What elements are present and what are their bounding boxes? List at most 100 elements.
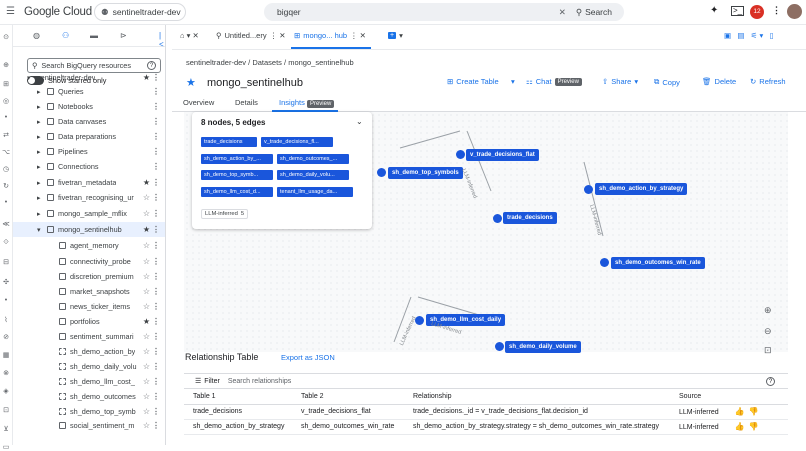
thumbs-down-icon[interactable]: 👎 — [749, 422, 759, 431]
star-icon[interactable]: ☆ — [143, 193, 150, 202]
node-sh-demo-daily-volume[interactable]: sh_demo_daily_volume — [505, 341, 581, 353]
expand-icon[interactable]: ▸ — [37, 118, 47, 126]
collapse-icon[interactable]: ▭ — [2, 443, 10, 451]
node-sh-demo-top-symbols[interactable]: sh_demo_top_symbols — [388, 167, 463, 179]
monitor-icon[interactable]: ⊘ — [2, 333, 10, 341]
col-source[interactable]: Source — [670, 389, 788, 405]
item-menu-icon[interactable]: ⋮ — [152, 257, 160, 266]
search-bar[interactable]: bigqer ✕ ⚲ Search — [264, 3, 624, 21]
tree-item[interactable]: ▾ mongo_sentinelhub ★ ⋮ — [13, 222, 165, 237]
explorer-icon[interactable]: ◍ — [33, 31, 40, 40]
brand-logo[interactable]: Google Cloud — [24, 6, 92, 18]
expand-icon[interactable]: ▸ — [37, 194, 47, 202]
expand-icon[interactable]: ▸ — [37, 163, 47, 171]
expand-icon[interactable]: ▸ — [37, 210, 47, 218]
tab-details[interactable]: Details — [235, 98, 258, 107]
llm-inferred-filter-chip[interactable]: LLM-inferred 5 — [201, 209, 249, 219]
node-dot[interactable] — [493, 214, 502, 223]
clear-icon[interactable]: ✕ — [559, 7, 566, 18]
tree-item[interactable]: sh_demo_outcomes ☆ ⋮ — [13, 389, 165, 404]
star-icon[interactable]: ☆ — [143, 421, 150, 430]
star-icon[interactable]: ★ — [143, 317, 150, 326]
node-sh-demo-action-by-strategy[interactable]: sh_demo_action_by_strategy — [595, 183, 688, 195]
tree-item[interactable]: discretion_premium ☆ ⋮ — [13, 269, 165, 284]
zoom-out-icon[interactable]: ⊖ — [764, 326, 772, 337]
chip-trade-decisions[interactable]: trade_decisions — [201, 137, 257, 147]
explorer-search-input[interactable]: Search BigQuery resources — [41, 61, 147, 70]
bigquery-icon[interactable]: ⊙ — [2, 33, 10, 41]
item-menu-icon[interactable]: ⋮ — [152, 225, 160, 234]
project-selector[interactable]: ⚉ sentineltrader-dev — [94, 3, 186, 21]
filter-icon[interactable]: ☰ — [195, 377, 201, 385]
table-row[interactable]: trade_decisions v_trade_decisions_flat t… — [184, 404, 788, 420]
star-icon[interactable]: ☆ — [143, 209, 150, 218]
tree-item[interactable]: ▾ sentineltrader-dev ★ ⋮ — [13, 70, 165, 85]
star-icon[interactable]: ☆ — [143, 407, 150, 416]
terminal-icon[interactable]: >_ — [731, 6, 745, 16]
item-menu-icon[interactable]: ⋮ — [152, 287, 160, 296]
expand-icon[interactable]: ▸ — [37, 88, 47, 96]
new-tab-button[interactable]: + ▾ — [388, 31, 403, 40]
star-icon[interactable]: ★ — [143, 225, 150, 234]
search-nav-icon[interactable]: ⊞ — [2, 80, 10, 88]
avatar[interactable] — [787, 4, 802, 19]
item-menu-icon[interactable]: ⋮ — [152, 392, 160, 401]
item-menu-icon[interactable]: ⋮ — [152, 102, 160, 111]
chip-daily-volu[interactable]: sh_demo_daily_volu... — [277, 170, 349, 180]
item-menu-icon[interactable]: ⋮ — [152, 241, 160, 250]
item-menu-icon[interactable]: ⋮ — [152, 87, 160, 96]
collapse-panel-icon[interactable]: |< — [159, 31, 165, 49]
node-dot[interactable] — [377, 168, 386, 177]
tree-item[interactable]: ▸ Notebooks ⋮ — [13, 99, 165, 114]
admin-icon[interactable]: ⊟ — [2, 258, 10, 266]
export-json-link[interactable]: Export as JSON — [281, 353, 335, 362]
tree-item[interactable]: sh_demo_action_by ☆ ⋮ — [13, 344, 165, 359]
summary-collapse-icon[interactable]: ⌄ — [356, 117, 363, 126]
layout-icons[interactable]: ▣ ▤ ⚟ ▾ ▯ — [724, 31, 774, 40]
breadcrumb-datasets[interactable]: Datasets — [252, 58, 282, 67]
relationship-graph[interactable]: 8 nodes, 5 edges ⌄ trade_decisions v_tra… — [184, 112, 788, 355]
item-menu-icon[interactable]: ⋮ — [152, 317, 160, 326]
breadcrumb-project[interactable]: sentineltrader-dev — [186, 58, 246, 67]
share-button[interactable]: ⇧ Share ▾ — [602, 77, 638, 86]
home-tab[interactable]: ⌂ ▾ ✕ — [180, 31, 199, 40]
schedule-icon[interactable]: ◷ — [2, 165, 10, 173]
item-menu-icon[interactable]: ⋮ — [152, 178, 160, 187]
item-menu-icon[interactable]: ⋮ — [152, 421, 160, 430]
copy-button[interactable]: ⧉ Copy — [654, 77, 680, 87]
item-menu-icon[interactable]: ⋮ — [152, 209, 160, 218]
thumbs-up-icon[interactable]: 👍 — [735, 422, 745, 431]
tree-item[interactable]: ▸ mongo_sample_mflix ☆ ⋮ — [13, 206, 165, 221]
item-menu-icon[interactable]: ⋮ — [152, 377, 160, 386]
tree-item[interactable]: ▸ Pipelines ⋮ — [13, 144, 165, 159]
star-icon[interactable]: ★ — [143, 73, 150, 82]
item-menu-icon[interactable]: ⋮ — [152, 407, 160, 416]
expand-icon[interactable]: ▸ — [37, 103, 47, 111]
col-relationship[interactable]: Relationship — [404, 389, 670, 405]
col-table2[interactable]: Table 2 — [292, 389, 404, 405]
notifications-badge[interactable]: 12 — [750, 5, 764, 19]
capacity-icon[interactable]: ▦ — [2, 351, 10, 359]
star-icon[interactable]: ★ — [186, 77, 196, 89]
dot3-icon[interactable]: • — [2, 297, 10, 304]
chip-v-trade-decisions[interactable]: v_trade_decisions_fl... — [261, 137, 333, 147]
fit-view-icon[interactable]: ⊡ — [764, 345, 772, 356]
tree-item[interactable]: sh_demo_top_symb ☆ ⋮ — [13, 404, 165, 419]
tree-item[interactable]: sh_demo_daily_volu ☆ ⋮ — [13, 359, 165, 374]
sparkle-icon[interactable]: ✣ — [2, 278, 10, 286]
tab-overview[interactable]: Overview — [183, 98, 214, 107]
item-menu-icon[interactable]: ⋮ — [152, 193, 160, 202]
star-icon[interactable]: ★ — [143, 178, 150, 187]
tab-untitled-query[interactable]: ⚲ Untitled...ery ⋮ ✕ — [216, 31, 285, 40]
item-menu-icon[interactable]: ⋮ — [152, 117, 160, 126]
item-menu-icon[interactable]: ⋮ — [152, 147, 160, 156]
security-icon[interactable]: ◈ — [2, 387, 10, 395]
create-menu-icon[interactable]: ▾ — [511, 77, 515, 86]
node-sh-demo-outcomes-win-rate[interactable]: sh_demo_outcomes_win_rate — [611, 257, 705, 269]
tree-item[interactable]: agent_memory ☆ ⋮ — [13, 238, 165, 253]
star-icon[interactable]: ☆ — [143, 257, 150, 266]
history-icon[interactable]: ↻ — [2, 182, 10, 190]
thumbs-down-icon[interactable]: 👎 — [749, 407, 759, 416]
nav-icon[interactable]: ⊕ — [2, 61, 10, 69]
node-dot[interactable] — [495, 342, 504, 351]
